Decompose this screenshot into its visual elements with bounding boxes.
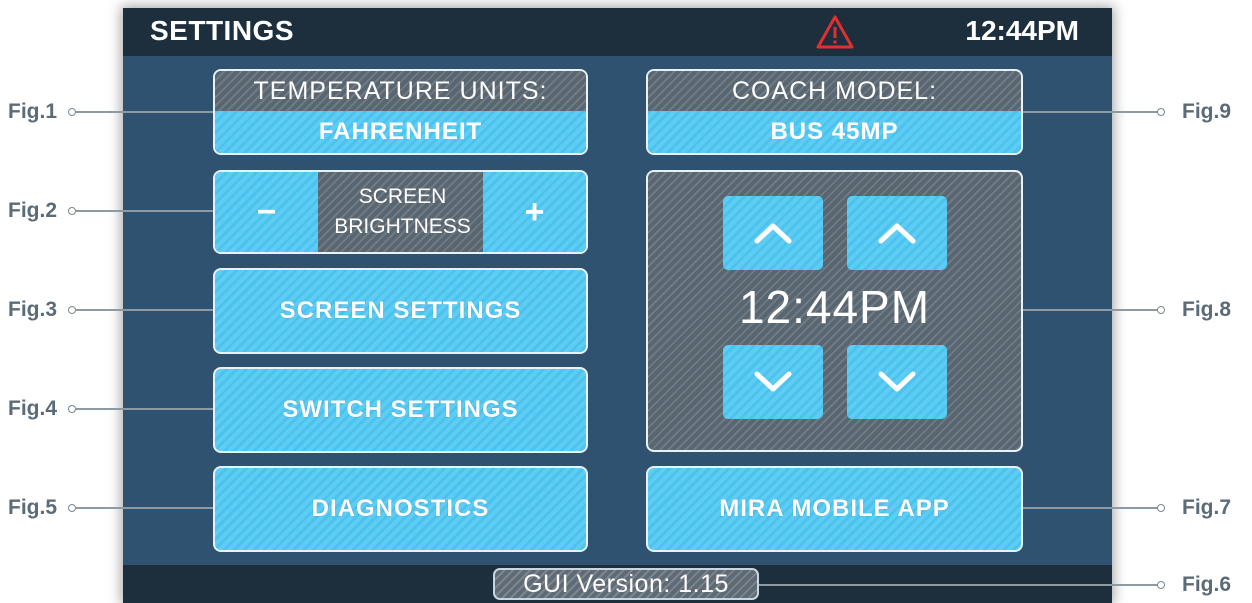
callout-line [76,210,213,212]
callout-fig2: Fig.2 [8,199,58,222]
callout-line [1023,507,1158,509]
callout-dot [68,207,76,215]
brightness-label: SCREEN BRIGHTNESS [318,172,487,252]
callout-fig3: Fig.3 [8,298,58,321]
settings-screen: SETTINGS 12:44PM TEMPERATURE UNITS: FAHR… [123,8,1112,603]
callout-dot [68,306,76,314]
brightness-increase-button[interactable]: + [483,172,586,252]
callout-fig5: Fig.5 [8,496,58,519]
callout-dot [68,504,76,512]
callout-line [76,111,213,113]
callout-fig7: Fig.7 [1182,496,1232,519]
page-title: SETTINGS [150,15,295,46]
callout-fig8: Fig.8 [1182,298,1232,321]
hour-down-button[interactable] [723,345,823,419]
diagnostics-button[interactable]: DIAGNOSTICS [213,466,588,552]
temperature-units-button[interactable]: TEMPERATURE UNITS: FAHRENHEIT [213,69,588,155]
callout-dot [1157,306,1165,314]
temperature-units-label: TEMPERATURE UNITS: [215,71,586,111]
top-bar: SETTINGS 12:44PM [123,8,1112,56]
switch-settings-button[interactable]: SWITCH SETTINGS [213,367,588,453]
brightness-label-line2: BRIGHTNESS [334,215,471,238]
callout-line [1023,309,1158,311]
callout-line [1023,111,1158,113]
callout-dot [68,108,76,116]
callout-line [76,507,213,509]
coach-model-value: BUS 45MP [648,111,1021,153]
callout-fig6: Fig.6 [1182,573,1232,596]
coach-model-button[interactable]: COACH MODEL: BUS 45MP [646,69,1023,155]
brightness-decrease-button[interactable]: − [215,172,318,252]
minute-down-button[interactable] [847,345,947,419]
chevron-down-icon [878,371,916,392]
warning-triangle-icon[interactable] [815,14,855,50]
callout-line [76,408,213,410]
mira-mobile-app-button[interactable]: MIRA MOBILE APP [646,466,1023,552]
callout-dot [1157,581,1165,589]
callout-line [759,584,1158,586]
hour-up-button[interactable] [723,196,823,270]
brightness-label-line1: SCREEN [358,185,447,208]
time-setter-value: 12:44PM [738,281,931,333]
chevron-up-icon [754,223,792,244]
callout-fig4: Fig.4 [8,397,58,420]
screen-settings-button[interactable]: SCREEN SETTINGS [213,268,588,354]
header-clock: 12:44PM [965,15,1079,46]
coach-model-label: COACH MODEL: [648,71,1021,111]
screen-brightness-control: − SCREEN BRIGHTNESS + [213,170,588,254]
minute-up-button[interactable] [847,196,947,270]
chevron-up-icon [878,223,916,244]
callout-fig1: Fig.1 [8,100,58,123]
chevron-down-icon [754,371,792,392]
callout-line [76,309,213,311]
time-setter-panel: 12:44PM [646,170,1023,452]
callout-fig9: Fig.9 [1182,100,1232,123]
callout-dot [1157,108,1165,116]
callout-dot [1157,504,1165,512]
gui-version-badge: GUI Version: 1.15 [493,568,759,600]
callout-dot [68,405,76,413]
temperature-units-value: FAHRENHEIT [215,111,586,153]
